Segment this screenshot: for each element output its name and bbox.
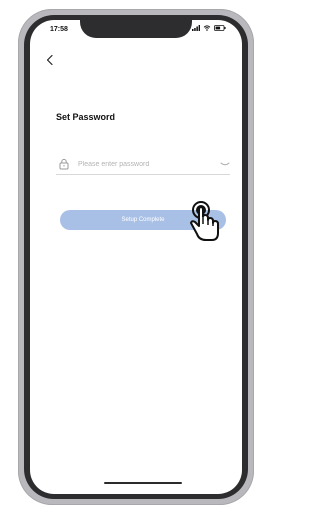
page-title: Set Password [56,112,116,122]
status-icons [192,25,226,31]
phone-screen: 17:58 Set Password Setup Complete [30,20,242,494]
chevron-left-icon[interactable] [44,54,56,66]
lock-icon [59,158,69,170]
phone-notch [80,20,192,38]
signal-icon [192,25,200,31]
eye-closed-icon[interactable] [220,160,230,168]
home-indicator [104,482,182,484]
hand-pointer-icon [190,201,219,241]
password-field-row[interactable] [56,154,230,175]
wifi-icon [203,25,211,31]
status-time: 17:58 [50,26,68,33]
password-input[interactable] [76,159,210,169]
battery-icon [214,25,226,31]
